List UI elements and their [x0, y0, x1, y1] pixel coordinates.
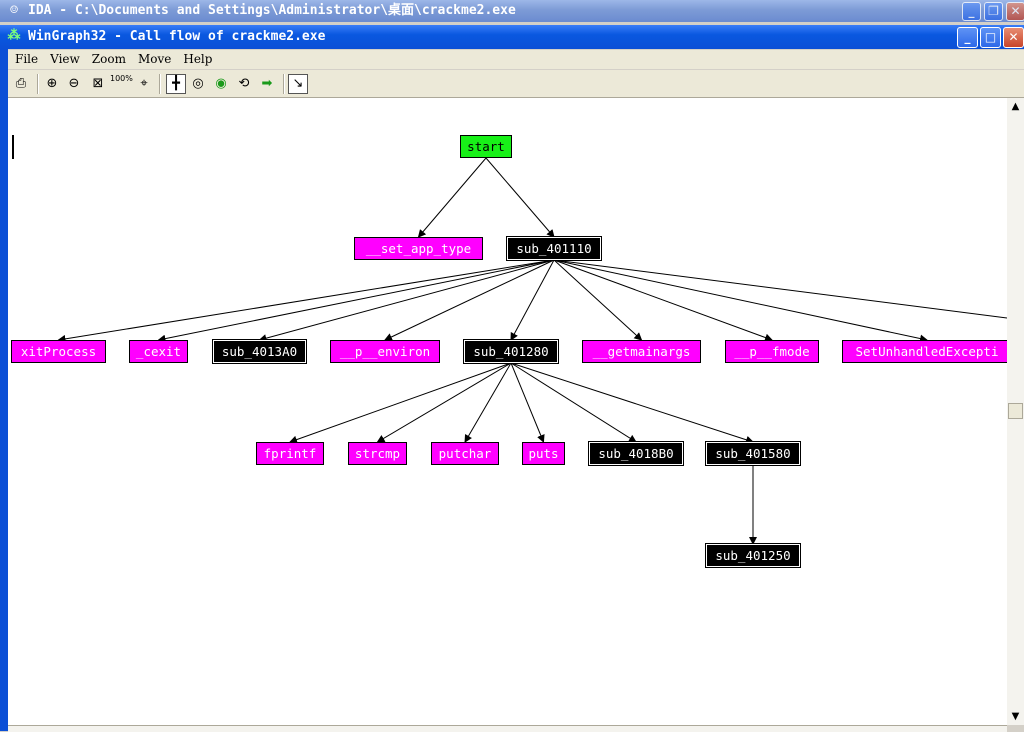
node-getmainargs[interactable]: __getmainargs [582, 340, 701, 363]
call-edge [510, 362, 545, 443]
node-fprintf[interactable]: fprintf [256, 442, 324, 465]
rotate-graph-icon[interactable]: ⟲ [234, 74, 254, 94]
zoom-in-icon[interactable]: ⊕ [42, 74, 62, 94]
globe-green-icon[interactable]: ◉ [211, 74, 231, 94]
call-edge [57, 259, 555, 343]
node-exit-process[interactable]: xitProcess [11, 340, 106, 363]
ida-icon: ☺ [10, 3, 18, 18]
node-strcmp[interactable]: strcmp [348, 442, 407, 465]
menu-file[interactable]: File [8, 50, 43, 66]
call-edge [289, 362, 512, 444]
node-puts[interactable]: puts [522, 442, 565, 465]
call-edge [464, 362, 512, 443]
node-start[interactable]: start [460, 135, 512, 158]
ida-restore-button[interactable]: ❐ [984, 2, 1003, 21]
wingraph-title-bar[interactable]: ⁂ WinGraph32 - Call flow of crackme2.exe… [0, 25, 1024, 49]
toolbar-separator [159, 74, 161, 94]
call-edge [376, 362, 512, 443]
menu-view[interactable]: View [43, 50, 85, 66]
zoom-out-icon[interactable]: ⊖ [64, 74, 84, 94]
node-cexit[interactable]: _cexit [129, 340, 188, 363]
node-sub-401250[interactable]: sub_401250 [705, 543, 801, 568]
print-icon[interactable]: ⎙ [11, 74, 31, 94]
node-sub-401110[interactable]: sub_401110 [506, 236, 602, 261]
node-sub-4018b0[interactable]: sub_4018B0 [588, 441, 684, 466]
follow-edge-icon[interactable]: ↘ [288, 74, 308, 94]
toolbar-separator [37, 74, 39, 94]
scroll-thumb[interactable] [1008, 403, 1023, 419]
wingraph-window-title: WinGraph32 - Call flow of crackme2.exe [28, 29, 326, 44]
call-edges [57, 157, 1007, 545]
call-edge [510, 362, 754, 444]
toolbar: ⎙ ⊕ ⊖ ⊠ 100% ⌖ ╋ ◎ ◉ ⟲ ➡ ↘ [8, 70, 1024, 98]
scroll-up-icon[interactable]: ▲ [1007, 98, 1024, 115]
ida-window-title: IDA - C:\Documents and Settings\Administ… [28, 3, 516, 18]
call-edge [157, 259, 555, 343]
call-edge [553, 259, 643, 341]
node-set-unhandled-exception-filter[interactable]: SetUnhandledExcepti [842, 340, 1007, 363]
menu-zoom[interactable]: Zoom [85, 50, 131, 66]
node-set-app-type[interactable]: __set_app_type [354, 237, 483, 260]
window-left-frame [0, 25, 8, 731]
call-edge [510, 259, 555, 341]
node-putchar[interactable]: putchar [431, 442, 499, 465]
vertical-scrollbar[interactable]: ▲ ▼ [1007, 98, 1024, 725]
next-arrow-icon[interactable]: ➡ [257, 74, 277, 94]
call-edge [384, 259, 555, 341]
node-p-fmode[interactable]: __p__fmode [725, 340, 819, 363]
graph-canvas[interactable]: start __set_app_type sub_401110 xitProce… [8, 98, 1007, 725]
close-button[interactable]: ✕ [1003, 27, 1024, 48]
node-sub-401280[interactable]: sub_401280 [463, 339, 559, 364]
node-sub-401580[interactable]: sub_401580 [705, 441, 801, 466]
menu-help[interactable]: Help [176, 50, 217, 66]
call-edge-offscreen [553, 259, 1007, 319]
call-edge [417, 157, 487, 238]
north-navigate-icon[interactable]: ╋ [166, 74, 186, 94]
node-p-environ[interactable]: __p__environ [330, 340, 440, 363]
rotate-icon[interactable]: ◎ [188, 74, 208, 94]
call-edge [510, 362, 637, 443]
call-edge [485, 157, 555, 238]
ida-close-button[interactable]: ✕ [1006, 2, 1024, 21]
toolbar-separator [283, 74, 285, 94]
node-sub-4013a0[interactable]: sub_4013A0 [212, 339, 307, 364]
zoom-100-icon[interactable]: 100% [110, 74, 133, 94]
scroll-down-icon[interactable]: ▼ [1007, 708, 1024, 725]
graph-tree-icon: ⁂ [7, 28, 21, 43]
menu-bar: File View Zoom Move Help [8, 50, 1024, 69]
minimize-button[interactable]: _ [957, 27, 978, 48]
ida-title-bar[interactable]: ☺ IDA - C:\Documents and Settings\Admini… [0, 0, 1024, 22]
fit-window-icon[interactable]: ⊠ [88, 74, 108, 94]
center-icon[interactable]: ⌖ [134, 74, 154, 94]
ida-minimize-button[interactable]: _ [962, 2, 981, 21]
maximize-button[interactable]: □ [980, 27, 1001, 48]
menu-move[interactable]: Move [131, 50, 176, 66]
